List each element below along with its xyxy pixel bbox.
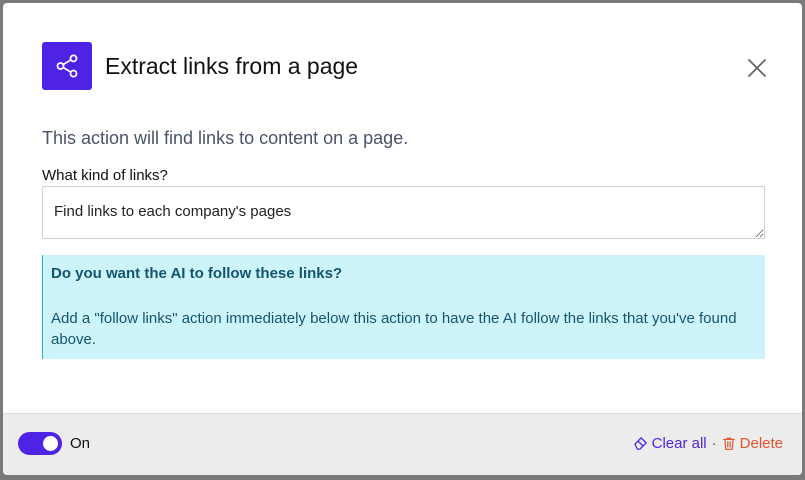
- toggle-knob: [43, 436, 58, 451]
- links-field-label: What kind of links?: [42, 167, 168, 184]
- close-icon: [748, 59, 766, 77]
- footer-actions: Clear all · Delete: [633, 435, 783, 452]
- share-icon: [42, 42, 92, 90]
- links-kind-input[interactable]: Find links to each company's pages: [42, 186, 765, 239]
- extract-links-dialog: Extract links from a page This action wi…: [3, 3, 802, 475]
- info-heading: Do you want the AI to follow these links…: [51, 265, 343, 282]
- on-toggle[interactable]: [18, 432, 62, 455]
- dialog-footer: On Clear all · Delete: [3, 413, 802, 475]
- clear-all-button[interactable]: Clear all: [633, 435, 707, 452]
- follow-links-info-box: Do you want the AI to follow these links…: [42, 255, 765, 359]
- info-body: Add a "follow links" action immediately …: [51, 310, 737, 348]
- dialog-title: Extract links from a page: [105, 52, 359, 79]
- clear-all-label: Clear all: [651, 435, 707, 452]
- toggle-label: On: [70, 435, 91, 452]
- dialog-description: This action will find links to content o…: [42, 128, 409, 148]
- actions-separator: ·: [711, 435, 717, 452]
- eraser-icon: [633, 437, 647, 450]
- close-button[interactable]: [745, 56, 769, 80]
- trash-icon: [722, 437, 735, 450]
- dialog-header: Extract links from a page: [42, 42, 358, 90]
- delete-label: Delete: [739, 435, 783, 452]
- delete-button[interactable]: Delete: [722, 435, 783, 452]
